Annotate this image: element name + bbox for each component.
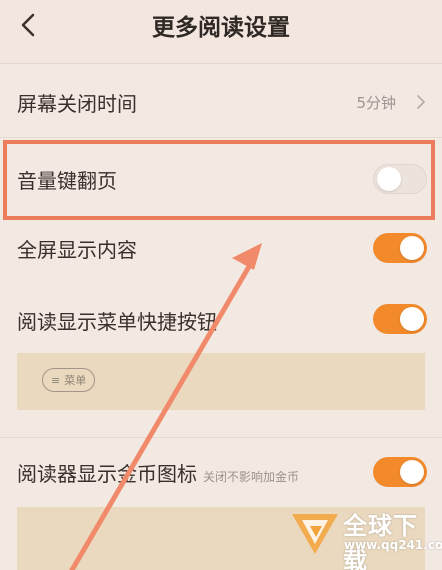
watermark-logo-icon <box>292 514 338 554</box>
annotation-arrow <box>69 243 262 570</box>
watermark: 全球下载 www.qq241.com <box>286 500 442 570</box>
watermark-url: www.qq241.com <box>344 538 442 552</box>
